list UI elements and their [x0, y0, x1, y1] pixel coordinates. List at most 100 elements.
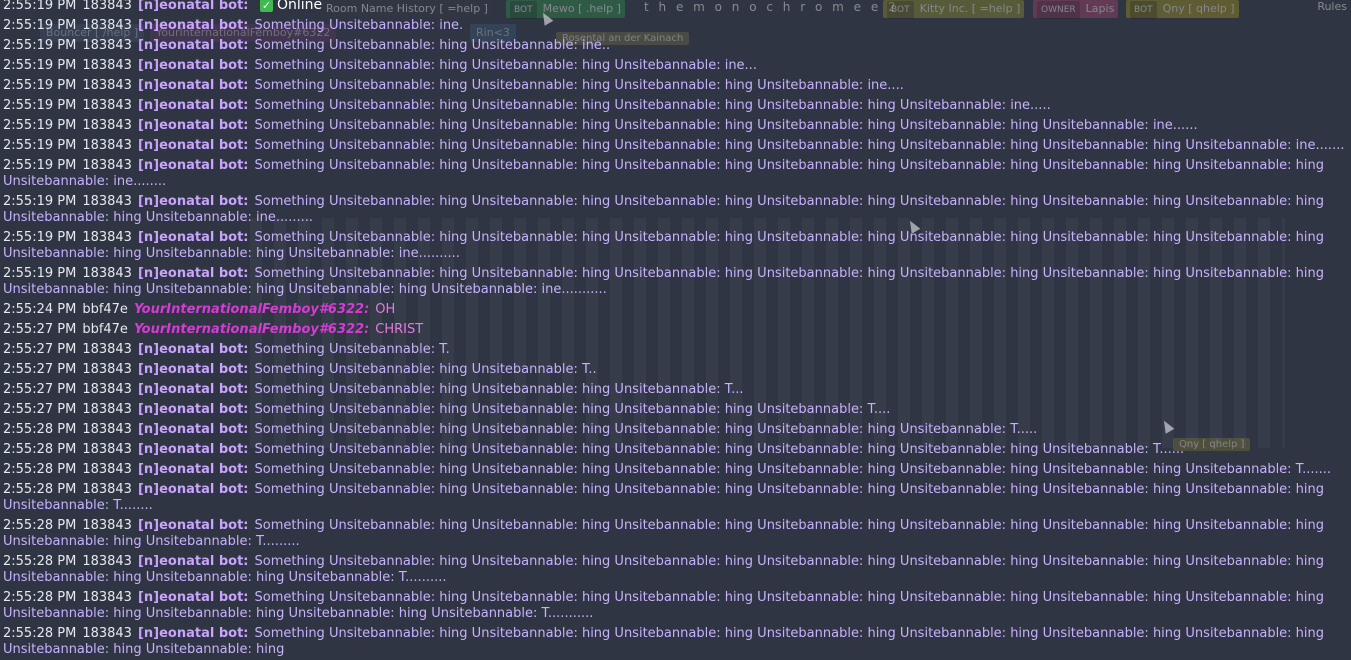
- chat-message: 2:55:19 PM 183843 [n]eonatal bot: Something…: [3, 264, 1348, 300]
- message-text: Something Unsitebannable: T.: [254, 342, 450, 357]
- message-text: Something Unsitebannable: ine.: [254, 18, 464, 33]
- chat-message: 2:55:28 PM 183843 [n]eonatal bot: Something…: [3, 516, 1348, 552]
- message-time: 2:55:28 PM: [3, 442, 77, 457]
- message-author[interactable]: [n]eonatal bot:: [138, 118, 249, 133]
- message-user-id: 183843: [82, 518, 132, 533]
- message-time: 2:55:27 PM: [3, 362, 77, 377]
- message-text: Something Unsitebannable: hing Unsiteban…: [254, 38, 611, 53]
- message-text: Something Unsitebannable: hing Unsiteban…: [254, 58, 757, 73]
- message-user-id: bbf47e: [82, 302, 128, 317]
- message-time: 2:55:27 PM: [3, 402, 77, 417]
- message-time: 2:55:19 PM: [3, 38, 77, 53]
- chat-message: 2:55:28 PM 183843 [n]eonatal bot: Something…: [3, 420, 1348, 440]
- message-user-id: 183843: [82, 18, 132, 33]
- message-time: 2:55:19 PM: [3, 98, 77, 113]
- chat-message: 2:55:27 PM bbf47e YourInternationalFemboy#…: [3, 320, 1348, 340]
- message-time: 2:55:19 PM: [3, 158, 77, 173]
- message-time: 2:55:19 PM: [3, 138, 77, 153]
- message-time: 2:55:19 PM: [3, 266, 77, 281]
- message-time: 2:55:19 PM: [3, 118, 77, 133]
- message-author[interactable]: [n]eonatal bot:: [138, 382, 249, 397]
- message-text: Something Unsitebannable: hing Unsiteban…: [254, 422, 1038, 437]
- message-author[interactable]: YourInternationalFemboy#6322:: [134, 322, 369, 337]
- message-time: 2:55:27 PM: [3, 342, 77, 357]
- chat-message: 2:55:19 PM 183843 [n]eonatal bot: Something…: [3, 16, 1348, 36]
- message-user-id: 183843: [82, 462, 132, 477]
- message-time: 2:55:27 PM: [3, 322, 77, 337]
- message-time: 2:55:19 PM: [3, 58, 77, 73]
- message-user-id: 183843: [82, 0, 132, 13]
- message-time: 2:55:28 PM: [3, 462, 77, 477]
- chat-message: 2:55:28 PM 183843 [n]eonatal bot: Something…: [3, 460, 1348, 480]
- message-author[interactable]: [n]eonatal bot:: [138, 78, 249, 93]
- message-text: Something Unsitebannable: hing Unsiteban…: [254, 442, 1185, 457]
- message-time: 2:55:28 PM: [3, 554, 77, 569]
- chat-message: 2:55:19 PM 183843 [n]eonatal bot: Something…: [3, 56, 1348, 76]
- chat-message: 2:55:27 PM 183843 [n]eonatal bot: Something…: [3, 380, 1348, 400]
- chat-message: 2:55:27 PM 183843 [n]eonatal bot: Something…: [3, 340, 1348, 360]
- message-user-id: 183843: [82, 194, 132, 209]
- message-text: OH: [375, 302, 396, 317]
- message-time: 2:55:28 PM: [3, 590, 77, 605]
- message-author[interactable]: [n]eonatal bot:: [138, 18, 249, 33]
- message-author[interactable]: [n]eonatal bot:: [138, 58, 249, 73]
- message-time: 2:55:28 PM: [3, 482, 77, 497]
- chat-message: 2:55:28 PM 183843 [n]eonatal bot: Something…: [3, 588, 1348, 624]
- message-text: Something Unsitebannable: hing Unsiteban…: [254, 78, 904, 93]
- message-author[interactable]: [n]eonatal bot:: [138, 266, 249, 281]
- message-text: Something Unsitebannable: hing Unsiteban…: [254, 462, 1332, 477]
- chat-message: 2:55:19 PM 183843 [n]eonatal bot: Something…: [3, 76, 1348, 96]
- message-user-id: 183843: [82, 342, 132, 357]
- chat-message: 2:55:28 PM 183843 [n]eonatal bot: Something…: [3, 552, 1348, 588]
- message-author[interactable]: [n]eonatal bot:: [138, 442, 249, 457]
- message-user-id: 183843: [82, 422, 132, 437]
- message-author[interactable]: [n]eonatal bot:: [138, 482, 249, 497]
- message-text: Something Unsitebannable: hing Unsiteban…: [254, 362, 597, 377]
- message-user-id: 183843: [82, 38, 132, 53]
- message-user-id: 183843: [82, 482, 132, 497]
- message-author[interactable]: YourInternationalFemboy#6322:: [134, 302, 369, 317]
- message-author[interactable]: [n]eonatal bot:: [138, 342, 249, 357]
- message-author[interactable]: [n]eonatal bot:: [138, 0, 249, 13]
- message-author[interactable]: [n]eonatal bot:: [138, 230, 249, 245]
- message-text: Something Unsitebannable: hing Unsiteban…: [254, 382, 744, 397]
- chat-message: 2:55:19 PM 183843 [n]eonatal bot: Something…: [3, 192, 1348, 228]
- message-time: 2:55:24 PM: [3, 302, 77, 317]
- message-author[interactable]: [n]eonatal bot:: [138, 402, 249, 417]
- chat-message: 2:55:19 PM 183843 [n]eonatal bot: Something…: [3, 228, 1348, 264]
- message-user-id: 183843: [82, 138, 132, 153]
- chat-message: 2:55:27 PM 183843 [n]eonatal bot: Something…: [3, 360, 1348, 380]
- message-text: Something Unsitebannable: hing Unsiteban…: [254, 138, 1345, 153]
- message-time: 2:55:19 PM: [3, 18, 77, 33]
- message-user-id: 183843: [82, 78, 132, 93]
- message-author[interactable]: [n]eonatal bot:: [138, 194, 249, 209]
- message-author[interactable]: [n]eonatal bot:: [138, 518, 249, 533]
- message-time: 2:55:28 PM: [3, 422, 77, 437]
- message-author[interactable]: [n]eonatal bot:: [138, 98, 249, 113]
- message-author[interactable]: [n]eonatal bot:: [138, 554, 249, 569]
- chat-message: 2:55:19 PM 183843 [n]eonatal bot: Something…: [3, 96, 1348, 116]
- message-author[interactable]: [n]eonatal bot:: [138, 422, 249, 437]
- chat-message: 2:55:19 PM 183843 [n]eonatal bot: Something…: [3, 136, 1348, 156]
- message-author[interactable]: [n]eonatal bot:: [138, 158, 249, 173]
- message-user-id: 183843: [82, 362, 132, 377]
- message-user-id: 183843: [82, 98, 132, 113]
- chat-message: 2:55:19 PM 183843 [n]eonatal bot:: [3, 0, 1348, 16]
- message-author[interactable]: [n]eonatal bot:: [138, 462, 249, 477]
- message-text: Something Unsitebannable: hing Unsiteban…: [254, 402, 891, 417]
- chat-message: 2:55:28 PM 183843 [n]eonatal bot: Something…: [3, 624, 1348, 660]
- message-author[interactable]: [n]eonatal bot:: [138, 590, 249, 605]
- message-author[interactable]: [n]eonatal bot:: [138, 38, 249, 53]
- message-user-id: 183843: [82, 230, 132, 245]
- message-time: 2:55:27 PM: [3, 382, 77, 397]
- message-user-id: 183843: [82, 266, 132, 281]
- chat-message: 2:55:19 PM 183843 [n]eonatal bot: Something…: [3, 116, 1348, 136]
- message-user-id: 183843: [82, 554, 132, 569]
- chat-message: 2:55:24 PM bbf47e YourInternationalFemboy#…: [3, 300, 1348, 320]
- message-author[interactable]: [n]eonatal bot:: [138, 138, 249, 153]
- message-author[interactable]: [n]eonatal bot:: [138, 626, 249, 641]
- chat-message: 2:55:19 PM 183843 [n]eonatal bot: Something…: [3, 156, 1348, 192]
- chat-message: 2:55:28 PM 183843 [n]eonatal bot: Something…: [3, 440, 1348, 460]
- message-user-id: 183843: [82, 382, 132, 397]
- message-author[interactable]: [n]eonatal bot:: [138, 362, 249, 377]
